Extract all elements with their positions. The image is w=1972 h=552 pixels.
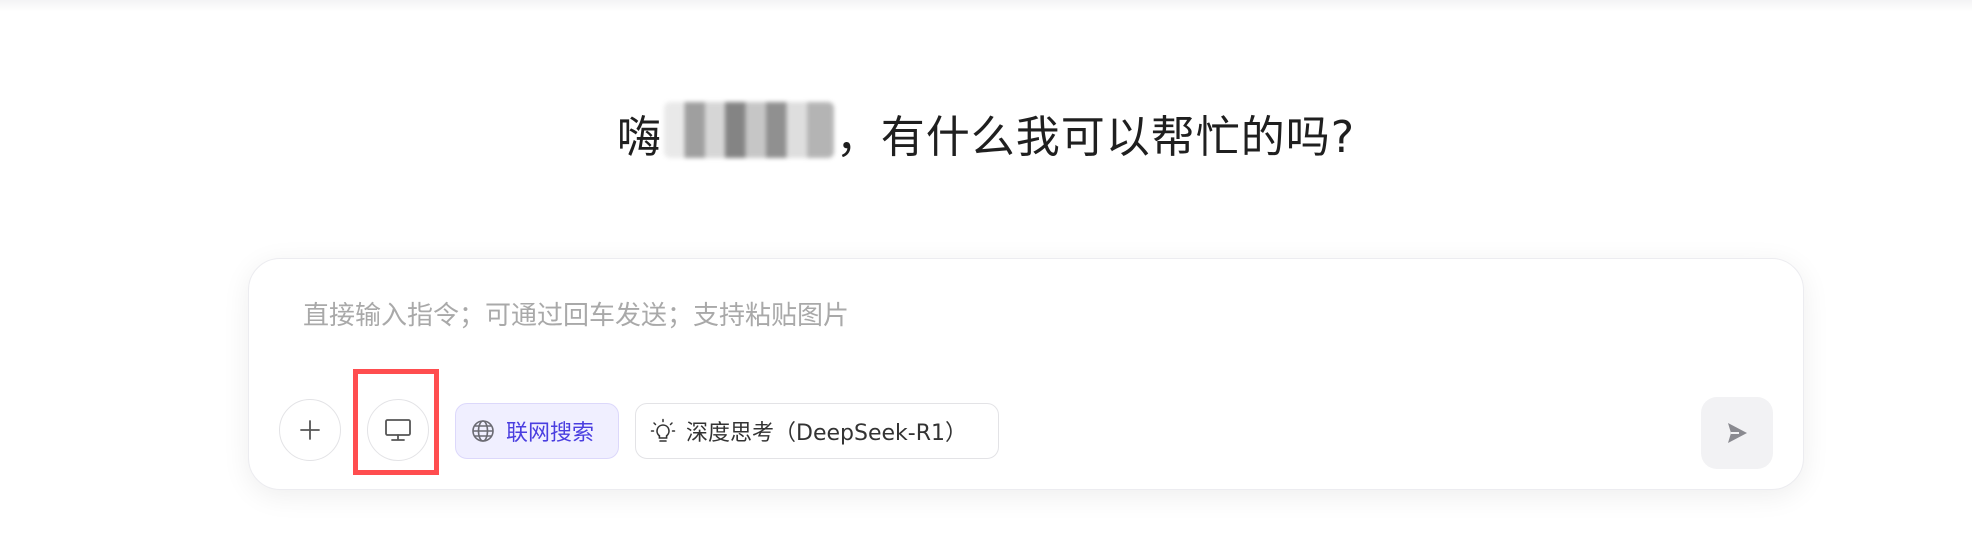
greeting-prefix: 嗨 bbox=[616, 112, 662, 163]
send-icon bbox=[1728, 423, 1747, 443]
monitor-icon bbox=[385, 419, 411, 441]
top-strip bbox=[0, 0, 1972, 12]
deep-think-toggle[interactable]: 深度思考（DeepSeek-R1） bbox=[635, 403, 999, 459]
prompt-input[interactable] bbox=[301, 293, 1705, 339]
globe-icon bbox=[470, 418, 496, 444]
lightbulb-icon bbox=[650, 418, 676, 444]
screen-share-button[interactable] bbox=[367, 399, 429, 461]
deep-think-label: 深度思考（DeepSeek-R1） bbox=[686, 421, 967, 446]
web-search-label: 联网搜索 bbox=[506, 421, 595, 446]
add-attachment-button[interactable] bbox=[279, 399, 341, 461]
greeting-suffix: ，有什么我可以帮忙的吗? bbox=[835, 112, 1356, 163]
send-button[interactable] bbox=[1701, 397, 1773, 469]
web-search-toggle[interactable]: 联网搜索 bbox=[455, 403, 619, 459]
plus-icon bbox=[300, 420, 320, 440]
composer-card: 联网搜索 深度思考（DeepSeek-R1） bbox=[248, 258, 1804, 490]
greeting-heading: 嗨 ，有什么我可以帮忙的吗? bbox=[0, 96, 1972, 170]
redacted-username bbox=[663, 102, 834, 158]
